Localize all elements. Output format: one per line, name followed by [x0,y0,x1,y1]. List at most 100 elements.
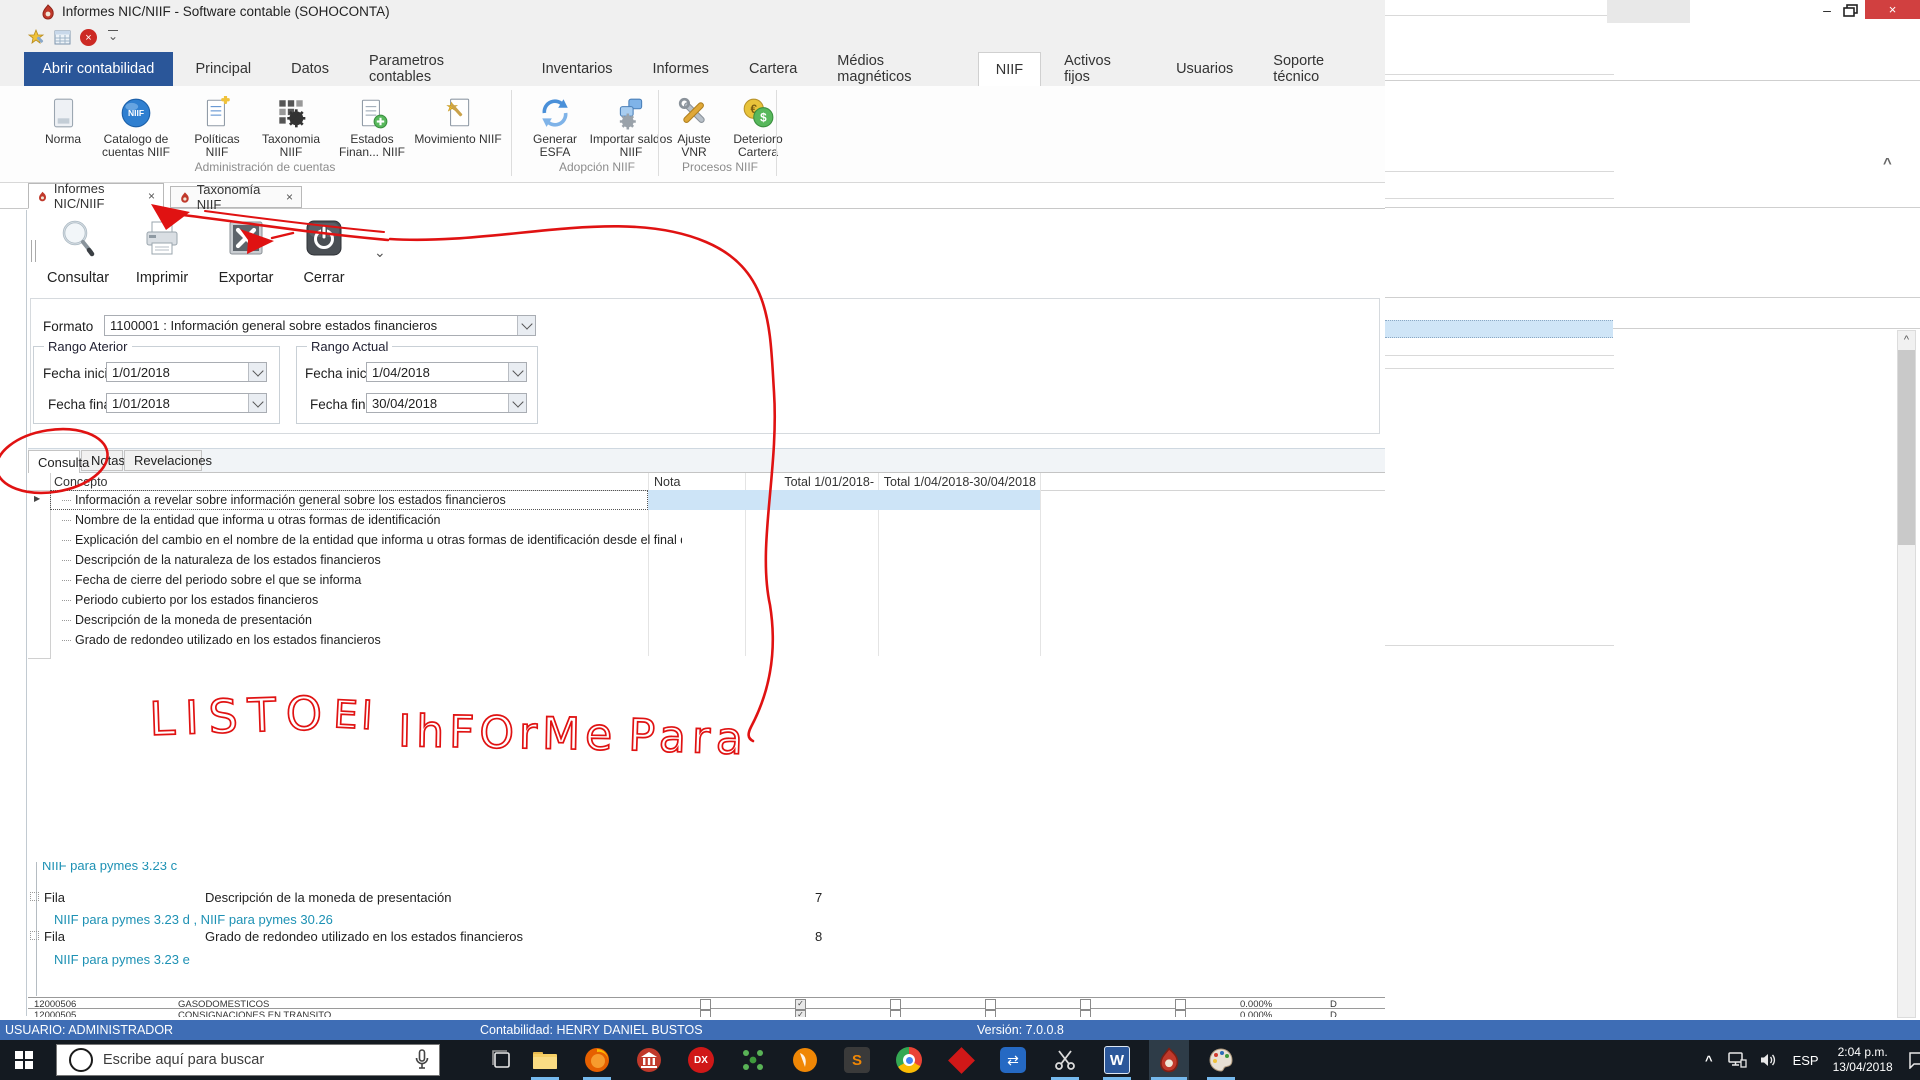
dropdown-button[interactable] [508,363,526,381]
col-nota[interactable]: Nota [654,475,680,489]
taskbar-item-snipping[interactable] [1045,1040,1085,1080]
fecha-inicial-actual-combo[interactable]: 1/04/2018 [366,362,527,382]
fecha-final-anterior-combo[interactable]: 1/01/2018 [106,393,267,413]
table-row[interactable]: 12000506 GASODOMESTICOS ✓ 0.000% D [28,998,1385,1010]
speaker-icon[interactable] [1759,1052,1779,1068]
taskbar-item-sublime[interactable]: S [837,1040,877,1080]
taskbar-item-bank-app[interactable] [629,1040,669,1080]
menu-tab-niif[interactable]: NIIF [977,52,1042,86]
table-row[interactable]: Información a revelar sobre información … [62,493,644,507]
table-row[interactable]: Grado de redondeo utilizado en los estad… [62,633,1402,647]
scrollbar-thumb[interactable] [1898,350,1915,545]
taskbar-item-chrome[interactable] [889,1040,929,1080]
taskbar-search[interactable] [56,1044,440,1076]
menu-tab-cartera[interactable]: Cartera [732,52,814,86]
menu-tab-activos-fijos[interactable]: Activos fijos [1047,52,1153,86]
taskbar-item-sohoconta[interactable] [1149,1040,1189,1080]
fecha-inicial-anterior-combo[interactable]: 1/01/2018 [106,362,267,382]
ribbon-item-movimiento[interactable]: Movimiento NIIF [414,90,502,146]
menu-tab-informes[interactable]: Informes [636,52,726,86]
search-input[interactable] [101,1051,415,1069]
taskbar-item-firefox[interactable] [577,1040,617,1080]
niif-ref[interactable]: NIIF para pymes 3.23 d , NIIF para pymes… [54,912,333,927]
menu-tab-principal[interactable]: Principal [179,52,269,86]
close-button[interactable]: × [1865,0,1920,19]
close-icon[interactable]: × [286,190,293,204]
taskbar-item-file-explorer[interactable] [525,1040,565,1080]
col-concepto[interactable]: Concepto [54,475,108,489]
menu-tab-medios-magneticos[interactable]: Médios magnéticos [820,52,971,86]
tab-revelaciones[interactable]: Revelaciones [124,450,212,471]
ribbon-item-estados[interactable]: Estados Finan... NIIF [330,90,414,159]
checkbox[interactable]: ✓ [795,1010,806,1017]
menu-tab-usuarios[interactable]: Usuarios [1159,52,1250,86]
fecha-final-actual-combo[interactable]: 30/04/2018 [366,393,527,413]
menu-tab-soporte-tecnico[interactable]: Soporte técnico [1256,52,1385,86]
overlay-selected-row[interactable] [1385,320,1613,338]
ribbon-item-catalogo[interactable]: NIIF Catalogo de cuentas NIIF [90,90,182,159]
calendar-icon[interactable] [54,29,71,46]
doc-tab-informes[interactable]: Informes NIC/NIIF × [28,181,164,211]
dropdown-button[interactable] [508,394,526,412]
ribbon-item-ajuste-vnr[interactable]: Ajuste VNR [666,90,722,159]
cerrar-button[interactable]: Cerrar [288,218,360,286]
taskbar-item-paint[interactable] [1201,1040,1241,1080]
action-center-icon[interactable] [1907,1051,1920,1069]
collapse-caret-icon[interactable]: ^ [1883,155,1892,172]
wizard-icon[interactable] [28,29,45,46]
tray-caret-icon[interactable]: ^ [1705,1053,1713,1068]
tab-consulta[interactable]: Consulta [28,450,89,473]
close-circle-icon[interactable]: × [80,29,97,46]
table-row[interactable]: Nombre de la entidad que informa u otras… [62,513,1402,527]
taskbar-item-ib[interactable] [733,1040,773,1080]
ribbon-item-taxonomia[interactable]: Taxonomia NIIF [252,90,330,159]
task-view-button[interactable] [482,1040,522,1080]
restore-button[interactable] [1843,4,1859,18]
imprimir-button[interactable]: Imprimir [120,218,204,286]
dropdown-button[interactable] [248,363,266,381]
checkbox[interactable] [985,1010,996,1017]
taskbar-item-anydesk[interactable] [941,1040,981,1080]
toolbar-chevron[interactable]: ⌄ [374,244,386,261]
niif-ref[interactable]: NIIF para pymes 3.23 c [42,862,177,873]
doc-tab-taxonomia[interactable]: Taxonomía NIIF × [170,182,302,212]
ribbon-item-generar-esfa[interactable]: Generar ESFA [522,90,588,159]
microphone-icon[interactable] [415,1049,429,1071]
table-row[interactable]: Periodo cubierto por los estados financi… [62,593,1402,607]
start-button[interactable] [4,1040,44,1080]
dropdown-button[interactable] [248,394,266,412]
taskbar-item-word[interactable]: W [1097,1040,1137,1080]
taskbar-item-xampp[interactable] [785,1040,825,1080]
menu-tab-datos[interactable]: Datos [274,52,346,86]
table-row[interactable]: Descripción de la naturaleza de los esta… [62,553,1402,567]
checkbox[interactable] [700,1010,711,1017]
exportar-button[interactable]: Exportar [204,218,288,286]
table-row[interactable]: 12000505 CONSIGNACIONES EN TRANSITO ✓ 0.… [28,1009,1385,1017]
ribbon-item-politicas[interactable]: Políticas NIIF [182,90,252,159]
menu-tab-inventarios[interactable]: Inventarios [525,52,630,86]
ribbon-item-importar-saldos[interactable]: Importar saldos NIIF [588,90,674,159]
table-row[interactable]: Descripción de la moneda de presentación [62,613,1402,627]
clock[interactable]: 2:04 p.m. 13/04/2018 [1833,1045,1893,1075]
ribbon-item-deterioro-cartera[interactable]: € $ Deterioro Cartera [722,90,794,159]
checkbox[interactable] [1175,1010,1186,1017]
selected-cells[interactable] [648,490,1040,510]
table-row[interactable]: Explicación del cambio en el nombre de l… [62,533,682,547]
expand-arrow-icon[interactable]: ▶ [34,494,40,503]
checkbox[interactable] [1080,1010,1091,1017]
taskbar-item-dx[interactable]: DX [681,1040,721,1080]
scrollbar[interactable]: ^ [1897,330,1916,1018]
language-indicator[interactable]: ESP [1793,1053,1819,1068]
menu-tab-parametros-contables[interactable]: Parametros contables [352,52,519,86]
scrollbar-up-arrow[interactable]: ^ [1898,331,1915,348]
network-icon[interactable] [1727,1051,1747,1069]
col-total-2[interactable]: Total 1/04/2018-30/04/2018 [880,475,1036,489]
formato-combobox[interactable]: 1100001 : Información general sobre esta… [104,315,536,336]
consultar-button[interactable]: Consultar [36,218,120,286]
checkbox[interactable] [890,1010,901,1017]
taskbar-item-teamviewer[interactable]: ⇄ [993,1040,1033,1080]
toolbar-overflow-icon[interactable]: ⌄ [108,30,119,42]
dropdown-button[interactable] [517,316,535,335]
niif-ref[interactable]: NIIF para pymes 3.23 e [54,952,190,967]
ribbon-item-norma[interactable]: Norma [36,90,90,146]
